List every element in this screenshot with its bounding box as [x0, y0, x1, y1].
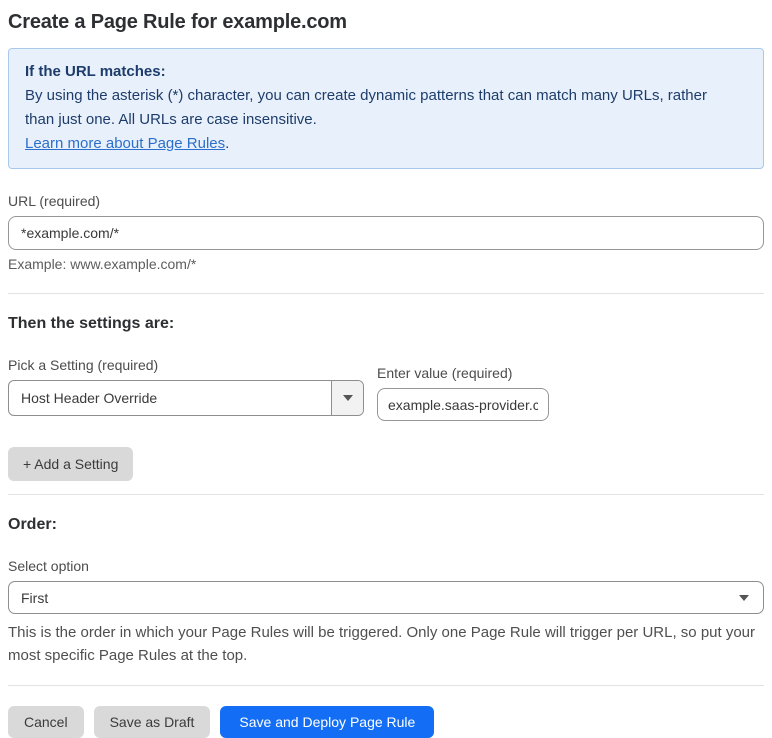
url-example-hint: Example: www.example.com/*: [8, 256, 197, 272]
add-setting-button[interactable]: + Add a Setting: [8, 447, 134, 481]
chevron-down-icon: [342, 395, 353, 401]
order-select-value: First: [21, 589, 49, 606]
page-rule-form: Create a Page Rule for example.com If th…: [0, 11, 772, 738]
value-column: Enter value (required): [377, 333, 549, 421]
value-label: Enter value (required): [377, 365, 513, 381]
chevron-down-icon: [739, 594, 749, 601]
setting-select-value: Host Header Override: [21, 390, 158, 406]
setting-value-input[interactable]: [377, 388, 549, 421]
link-period: .: [225, 135, 230, 152]
setting-select[interactable]: Host Header Override: [8, 380, 364, 416]
order-select-label: Select option: [8, 558, 89, 574]
divider: [8, 685, 764, 686]
order-help-text: This is the order in which your Page Rul…: [8, 624, 756, 664]
page-title: Create a Page Rule for example.com: [8, 11, 347, 33]
url-input[interactable]: [8, 216, 764, 250]
settings-heading: Then the settings are:: [8, 315, 175, 332]
setting-column: Pick a Setting (required) Host Header Ov…: [8, 333, 364, 416]
learn-more-link[interactable]: Learn more about Page Rules: [25, 135, 225, 152]
info-box-link-line: Learn more about Page Rules.: [25, 132, 747, 156]
divider: [8, 494, 764, 495]
settings-row: Pick a Setting (required) Host Header Ov…: [8, 333, 764, 421]
order-heading: Order:: [8, 516, 57, 533]
url-match-info-box: If the URL matches: By using the asteris…: [8, 48, 764, 169]
info-box-body: By using the asterisk (*) character, you…: [25, 87, 707, 128]
order-select[interactable]: First: [8, 581, 764, 614]
url-label: URL (required): [8, 193, 101, 209]
setting-label: Pick a Setting (required): [8, 357, 159, 373]
setting-select-arrow-button[interactable]: [331, 381, 363, 415]
info-box-heading: If the URL matches:: [25, 63, 166, 80]
divider: [8, 293, 764, 294]
